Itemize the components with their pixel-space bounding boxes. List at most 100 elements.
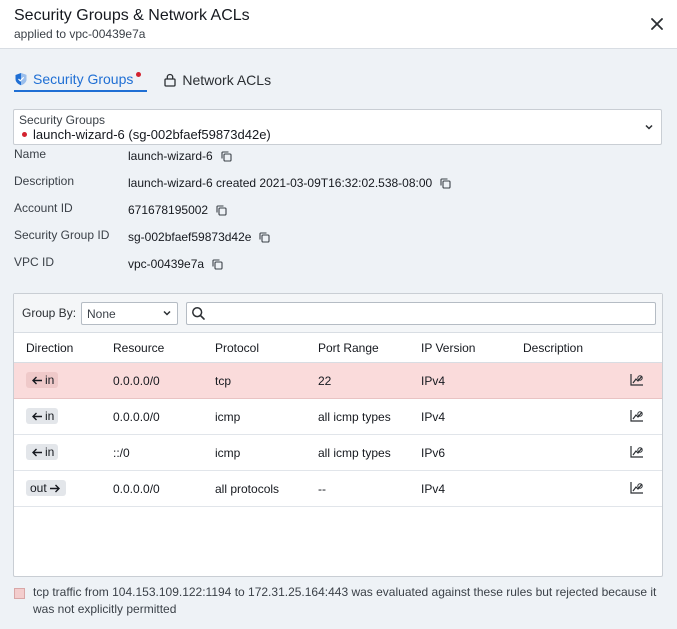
tab-label: Network ACLs <box>182 72 272 88</box>
cell-protocol: icmp <box>215 446 241 460</box>
detail-value-text: vpc-00439e7a <box>128 257 205 271</box>
cell-resource: ::/0 <box>113 446 130 460</box>
tab-bar: Security Groups Network ACLs <box>14 68 287 94</box>
group-by-value: None <box>87 307 116 321</box>
tab-label: Security Groups <box>33 71 134 87</box>
arrow-left-icon <box>32 412 42 420</box>
detail-value: sg-002bfaef59873d42e <box>128 230 271 244</box>
table-row[interactable]: out 0.0.0.0/0 all protocols -- IPv4 <box>14 471 662 507</box>
direction-badge: out <box>26 480 66 496</box>
traffic-analysis-icon <box>630 374 643 386</box>
lock-icon <box>164 73 177 87</box>
copy-icon <box>259 231 271 243</box>
cell-resource: 0.0.0.0/0 <box>113 374 160 388</box>
detail-label: Description <box>14 174 75 188</box>
copy-icon <box>212 258 223 270</box>
copy-button[interactable] <box>212 258 223 270</box>
direction-text: out <box>30 481 47 495</box>
column-header-port-range[interactable]: Port Range <box>318 341 379 355</box>
direction-badge: in <box>26 372 59 388</box>
copy-icon <box>221 150 232 162</box>
copy-button[interactable] <box>216 204 227 216</box>
cell-resource: 0.0.0.0/0 <box>113 410 160 424</box>
direction-text: in <box>45 373 55 387</box>
alert-dot <box>136 71 142 77</box>
detail-value: launch-wizard-6 created 2021-03-09T16:32… <box>128 176 451 190</box>
copy-icon <box>440 177 451 189</box>
traffic-analysis-icon <box>630 446 643 458</box>
select-value: launch-wizard-6 (sg-002bfaef59873d42e) <box>22 127 271 142</box>
copy-button[interactable] <box>440 177 451 189</box>
detail-value-text: launch-wizard-6 created 2021-03-09T16:32… <box>128 176 433 190</box>
detail-label: Security Group ID <box>14 228 110 242</box>
traffic-analysis-icon <box>630 410 643 422</box>
search-input[interactable] <box>211 305 651 322</box>
cell-ip-version: IPv6 <box>421 446 446 460</box>
group-by-label: Group By: <box>22 306 77 320</box>
table-row[interactable]: in ::/0 icmp all icmp types IPv6 <box>14 435 662 471</box>
detail-value: 671678195002 <box>128 203 227 217</box>
arrow-left-icon <box>32 448 42 456</box>
detail-row-security-group-id: Security Group ID sg-002bfaef59873d42e <box>14 228 654 255</box>
rules-table-header: Direction Resource Protocol Port Range I… <box>14 333 662 363</box>
detail-row-name: Name launch-wizard-6 <box>14 147 654 174</box>
column-header-resource[interactable]: Resource <box>113 341 164 355</box>
chevron-down-icon <box>645 124 653 130</box>
flow-analysis-button[interactable] <box>630 445 644 461</box>
flow-analysis-button[interactable] <box>630 481 644 497</box>
dialog-title: Security Groups & Network ACLs <box>14 7 250 24</box>
search-icon <box>192 307 205 320</box>
copy-icon <box>216 204 227 216</box>
dialog-header: Security Groups & Network ACLs applied t… <box>0 0 677 49</box>
dialog-subtitle: applied to vpc-00439e7a <box>14 27 146 41</box>
security-group-details: Name launch-wizard-6 Description launch-… <box>14 147 654 282</box>
cell-protocol: tcp <box>215 374 232 388</box>
tab-network-acls[interactable]: Network ACLs <box>163 68 271 92</box>
cell-ip-version: IPv4 <box>421 410 446 424</box>
direction-text: in <box>45 409 55 423</box>
detail-label: Account ID <box>14 201 73 215</box>
column-header-protocol[interactable]: Protocol <box>215 341 259 355</box>
chevron-down-icon <box>163 310 171 316</box>
rejected-legend-swatch <box>14 588 25 599</box>
cell-ip-version: IPv4 <box>421 482 446 496</box>
direction-badge: in <box>26 444 59 460</box>
detail-label: Name <box>14 147 47 161</box>
direction-badge: in <box>26 408 59 424</box>
flow-analysis-button[interactable] <box>630 373 644 389</box>
detail-label: VPC ID <box>14 255 55 269</box>
arrow-left-icon <box>32 376 42 384</box>
selected-security-group: launch-wizard-6 (sg-002bfaef59873d42e) <box>33 127 271 142</box>
detail-value-text: launch-wizard-6 <box>128 149 213 163</box>
detail-value-text: sg-002bfaef59873d42e <box>128 230 252 244</box>
rejected-traffic-note: tcp traffic from 104.153.109.122:1194 to… <box>33 585 657 616</box>
detail-value: launch-wizard-6 <box>128 149 232 163</box>
cell-ip-version: IPv4 <box>421 374 446 388</box>
close-icon <box>651 18 663 30</box>
direction-text: in <box>45 445 55 459</box>
column-header-direction[interactable]: Direction <box>26 341 73 355</box>
traffic-analysis-icon <box>630 482 643 494</box>
table-row[interactable]: in 0.0.0.0/0 tcp 22 IPv4 <box>14 363 662 399</box>
copy-button[interactable] <box>221 150 232 162</box>
detail-value: vpc-00439e7a <box>128 257 223 271</box>
rules-panel: Group By: None Direction Resource Protoc… <box>13 293 663 577</box>
table-row[interactable]: in 0.0.0.0/0 icmp all icmp types IPv4 <box>14 399 662 435</box>
detail-row-vpc-id: VPC ID vpc-00439e7a <box>14 255 654 282</box>
copy-button[interactable] <box>259 231 271 243</box>
cell-port-range: 22 <box>318 374 332 388</box>
rules-search <box>186 302 656 325</box>
cell-port-range: -- <box>318 482 326 496</box>
alert-dot <box>22 132 27 137</box>
detail-row-account-id: Account ID 671678195002 <box>14 201 654 228</box>
close-button[interactable] <box>645 12 669 36</box>
shield-icon <box>15 73 27 86</box>
security-group-select[interactable]: Security Groups launch-wizard-6 (sg-002b… <box>13 109 662 145</box>
tab-security-groups[interactable]: Security Groups <box>14 68 148 92</box>
detail-row-description: Description launch-wizard-6 created 2021… <box>14 174 654 201</box>
flow-analysis-button[interactable] <box>630 409 644 425</box>
cell-protocol: icmp <box>215 410 241 424</box>
column-header-description[interactable]: Description <box>523 341 583 355</box>
group-by-select[interactable]: None <box>81 302 178 325</box>
column-header-ip-version[interactable]: IP Version <box>421 341 475 355</box>
